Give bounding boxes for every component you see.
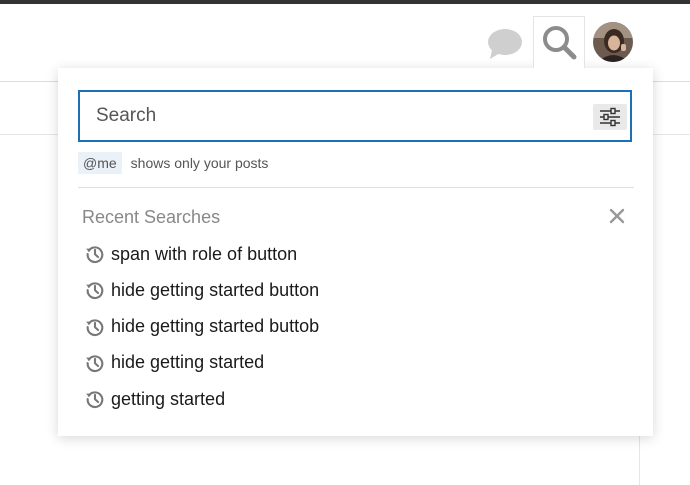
search-field bbox=[78, 90, 632, 142]
history-icon bbox=[86, 391, 104, 409]
recent-search-text: hide getting started button bbox=[111, 279, 320, 300]
avatar-image bbox=[593, 22, 633, 62]
me-filter-chip[interactable]: @me bbox=[78, 152, 122, 174]
history-icon bbox=[86, 246, 104, 264]
recent-search-text: hide getting started buttob bbox=[111, 316, 320, 337]
search-hint: @me shows only your posts bbox=[78, 152, 268, 174]
recent-search-item[interactable]: getting started bbox=[84, 381, 319, 417]
history-icon bbox=[86, 355, 104, 372]
close-icon bbox=[609, 208, 625, 224]
sliders-icon bbox=[600, 107, 620, 127]
history-icon bbox=[86, 318, 104, 336]
recent-search-item[interactable]: hide getting started bbox=[84, 345, 319, 381]
search-toggle-button[interactable] bbox=[533, 16, 585, 68]
recent-searches-title: Recent Searches bbox=[82, 207, 221, 227]
clear-recent-searches-button[interactable] bbox=[607, 206, 627, 226]
search-dropdown-panel: @me shows only your posts Recent Searche… bbox=[58, 68, 653, 436]
hint-text: shows only your posts bbox=[130, 155, 269, 171]
history-icon bbox=[86, 282, 104, 300]
advanced-filter-button[interactable] bbox=[593, 104, 627, 130]
divider bbox=[78, 187, 634, 188]
recent-search-item[interactable]: span with role of button bbox=[84, 236, 319, 272]
magnifier-icon bbox=[543, 26, 577, 60]
recent-searches-list: span with role of button hide getting sta… bbox=[84, 236, 319, 417]
recent-search-text: span with role of button bbox=[111, 243, 298, 264]
chat-bubble-icon bbox=[488, 29, 522, 59]
recent-search-item[interactable]: hide getting started buttob bbox=[84, 309, 319, 345]
chat-button[interactable] bbox=[486, 25, 524, 61]
recent-search-item[interactable]: hide getting started button bbox=[84, 272, 319, 308]
recent-search-text: getting started bbox=[111, 388, 226, 409]
recent-search-text: hide getting started bbox=[111, 352, 265, 373]
user-avatar[interactable] bbox=[593, 22, 633, 62]
search-input[interactable] bbox=[80, 92, 580, 140]
